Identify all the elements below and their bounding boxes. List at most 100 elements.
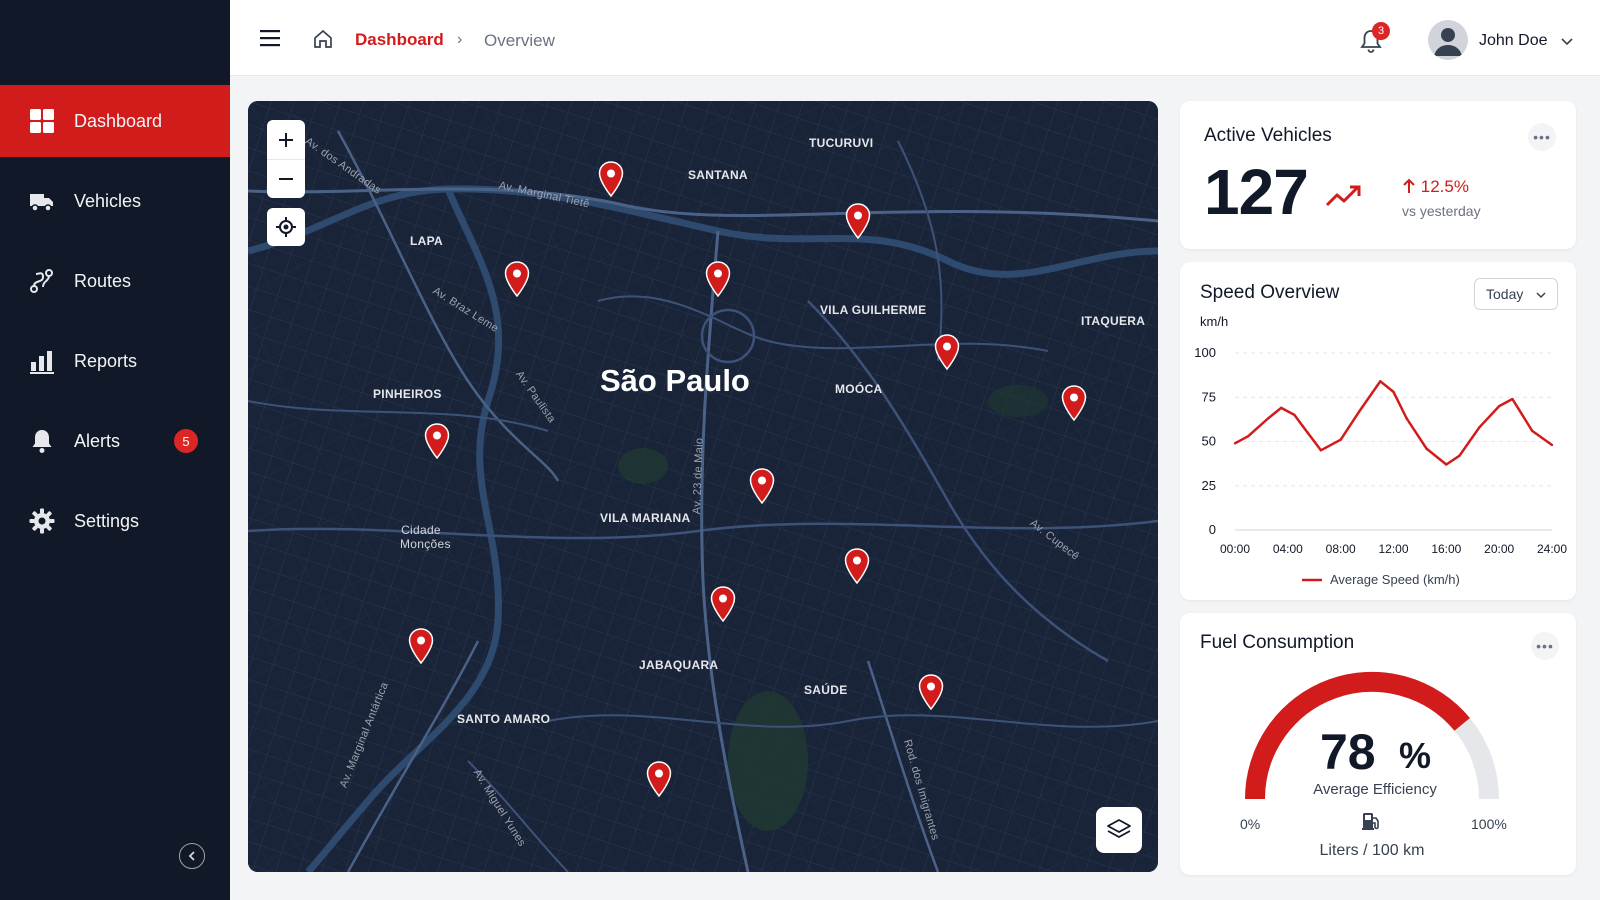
vehicle-marker-pin[interactable]: [1061, 385, 1087, 421]
sidebar-item-routes[interactable]: Routes: [0, 245, 230, 317]
vehicle-marker-pin[interactable]: [845, 203, 871, 239]
vehicle-marker-pin[interactable]: [710, 586, 736, 622]
data-point: [1458, 454, 1461, 457]
user-avatar-icon: [1434, 28, 1462, 56]
vehicle-marker-pin[interactable]: [598, 161, 624, 197]
data-point: [1233, 442, 1237, 445]
active-vehicles-more-button[interactable]: •••: [1528, 123, 1556, 151]
breadcrumb-separator: ›: [457, 31, 463, 48]
legend-label: Average Speed (km/h): [1330, 572, 1460, 587]
data-point: [1478, 426, 1481, 429]
fuel-consumption-card: Fuel Consumption ••• 78 % Average Effici…: [1180, 613, 1576, 875]
minus-icon: [279, 178, 293, 180]
locate-button[interactable]: [267, 208, 305, 246]
data-point: [1247, 434, 1250, 438]
sidebar-item-label: Vehicles: [74, 190, 142, 211]
zoom-out-button[interactable]: [267, 159, 305, 198]
y-tick-label: 75: [1202, 389, 1216, 404]
district-label: SANTANA: [688, 168, 748, 182]
district-label: VILA GUILHERME: [820, 303, 927, 317]
hamburger-menu-icon[interactable]: [260, 28, 282, 48]
avatar[interactable]: [1428, 20, 1468, 60]
x-tick-label: 04:00: [1273, 542, 1303, 556]
data-point: [1280, 406, 1283, 410]
sidebar-item-alerts[interactable]: Alerts 5: [0, 405, 230, 477]
district-label: MOÓCA: [835, 382, 883, 396]
sidebar-item-settings[interactable]: Settings: [0, 485, 230, 557]
x-tick-label: 16:00: [1431, 542, 1461, 556]
fleet-map[interactable]: TUCURUVI SANTANA LAPA VILA GUILHERME ITA…: [248, 101, 1158, 872]
vehicle-marker-pin[interactable]: [749, 468, 775, 504]
x-tick-label: 00:00: [1220, 542, 1250, 556]
crosshair-icon: [276, 217, 296, 237]
vehicle-marker-pin[interactable]: [424, 423, 450, 459]
vehicle-marker-pin[interactable]: [408, 628, 434, 664]
vehicle-marker-pin[interactable]: [844, 548, 870, 584]
efficiency-label: Average Efficiency: [1313, 781, 1437, 798]
district-label: PINHEIROS: [373, 387, 442, 401]
data-point: [1319, 449, 1323, 452]
sidebar-item-label: Dashboard: [74, 110, 163, 131]
fuel-unit-footer: Liters / 100 km: [1319, 842, 1425, 859]
bell-icon: [28, 427, 56, 455]
district-label: JABAQUARA: [639, 658, 719, 672]
vehicle-marker-pin[interactable]: [705, 261, 731, 297]
notification-count-badge: 3: [1372, 22, 1390, 40]
change-caption: vs yesterday: [1402, 203, 1481, 219]
data-point: [1425, 447, 1428, 450]
sidebar-item-dashboard[interactable]: Dashboard: [0, 85, 230, 157]
user-name[interactable]: John Doe: [1479, 32, 1548, 50]
series-line: [1234, 380, 1553, 466]
bar-chart-icon: [28, 347, 56, 375]
plus-icon: [279, 132, 293, 147]
city-label: São Paulo: [600, 363, 750, 398]
grid-icon: [28, 107, 56, 135]
top-header: Dashboard › Overview 3 John Doe: [230, 0, 1600, 76]
data-point: [1293, 413, 1296, 417]
x-tick-label: 20:00: [1484, 542, 1514, 556]
data-point: [1306, 431, 1309, 434]
zoom-in-button[interactable]: [267, 120, 305, 159]
gauge-min-label: 0%: [1240, 816, 1261, 832]
sidebar-item-label: Routes: [74, 270, 132, 291]
data-point: [1359, 408, 1362, 411]
chevron-left-icon: [188, 851, 195, 861]
sidebar-nav: Dashboard Vehicles Routes Reports Alerts: [0, 85, 230, 565]
vehicle-marker-pin[interactable]: [646, 761, 672, 797]
efficiency-unit: %: [1399, 735, 1432, 776]
card-title: Active Vehicles: [1204, 125, 1332, 146]
y-tick-label: 0: [1209, 522, 1216, 537]
x-tick-label: 12:00: [1378, 542, 1408, 556]
data-point: [1405, 417, 1408, 420]
y-tick-label: 50: [1202, 434, 1216, 449]
sidebar-item-vehicles[interactable]: Vehicles: [0, 165, 230, 237]
data-point: [1511, 397, 1514, 401]
vehicle-marker-pin[interactable]: [918, 674, 944, 710]
sidebar-item-reports[interactable]: Reports: [0, 325, 230, 397]
district-label: Cidade Monções: [400, 523, 451, 551]
y-tick-label: 100: [1194, 345, 1216, 360]
data-point: [1445, 463, 1448, 466]
district-label: LAPA: [410, 234, 443, 248]
breadcrumb-dashboard[interactable]: Dashboard: [355, 30, 444, 50]
sidebar-collapse-button[interactable]: [179, 843, 205, 869]
sidebar-item-label: Alerts: [74, 430, 121, 451]
layers-icon: [1107, 819, 1131, 838]
data-point: [1339, 438, 1342, 441]
speed-overview-card: Speed Overview Today km/h 0 25 50 75 100 00:00…: [1180, 262, 1576, 600]
active-vehicles-count: 127: [1204, 156, 1309, 228]
change-value: 12.5%: [1420, 177, 1469, 196]
efficiency-gauge: [1245, 672, 1499, 800]
vehicle-marker-pin[interactable]: [504, 261, 530, 297]
fuel-pump-icon: [1362, 813, 1379, 830]
chevron-down-icon[interactable]: [1560, 34, 1574, 48]
x-tick-label: 24:00: [1537, 542, 1567, 556]
data-point: [1530, 429, 1534, 433]
vehicle-marker-pin[interactable]: [934, 334, 960, 370]
trending-up-icon: [1325, 185, 1361, 207]
x-tick-label: 08:00: [1326, 542, 1356, 556]
gauge-max-label: 100%: [1471, 816, 1507, 832]
map-layers-button[interactable]: [1096, 807, 1142, 853]
home-icon[interactable]: [312, 28, 334, 50]
y-axis-label: km/h: [1200, 314, 1228, 329]
